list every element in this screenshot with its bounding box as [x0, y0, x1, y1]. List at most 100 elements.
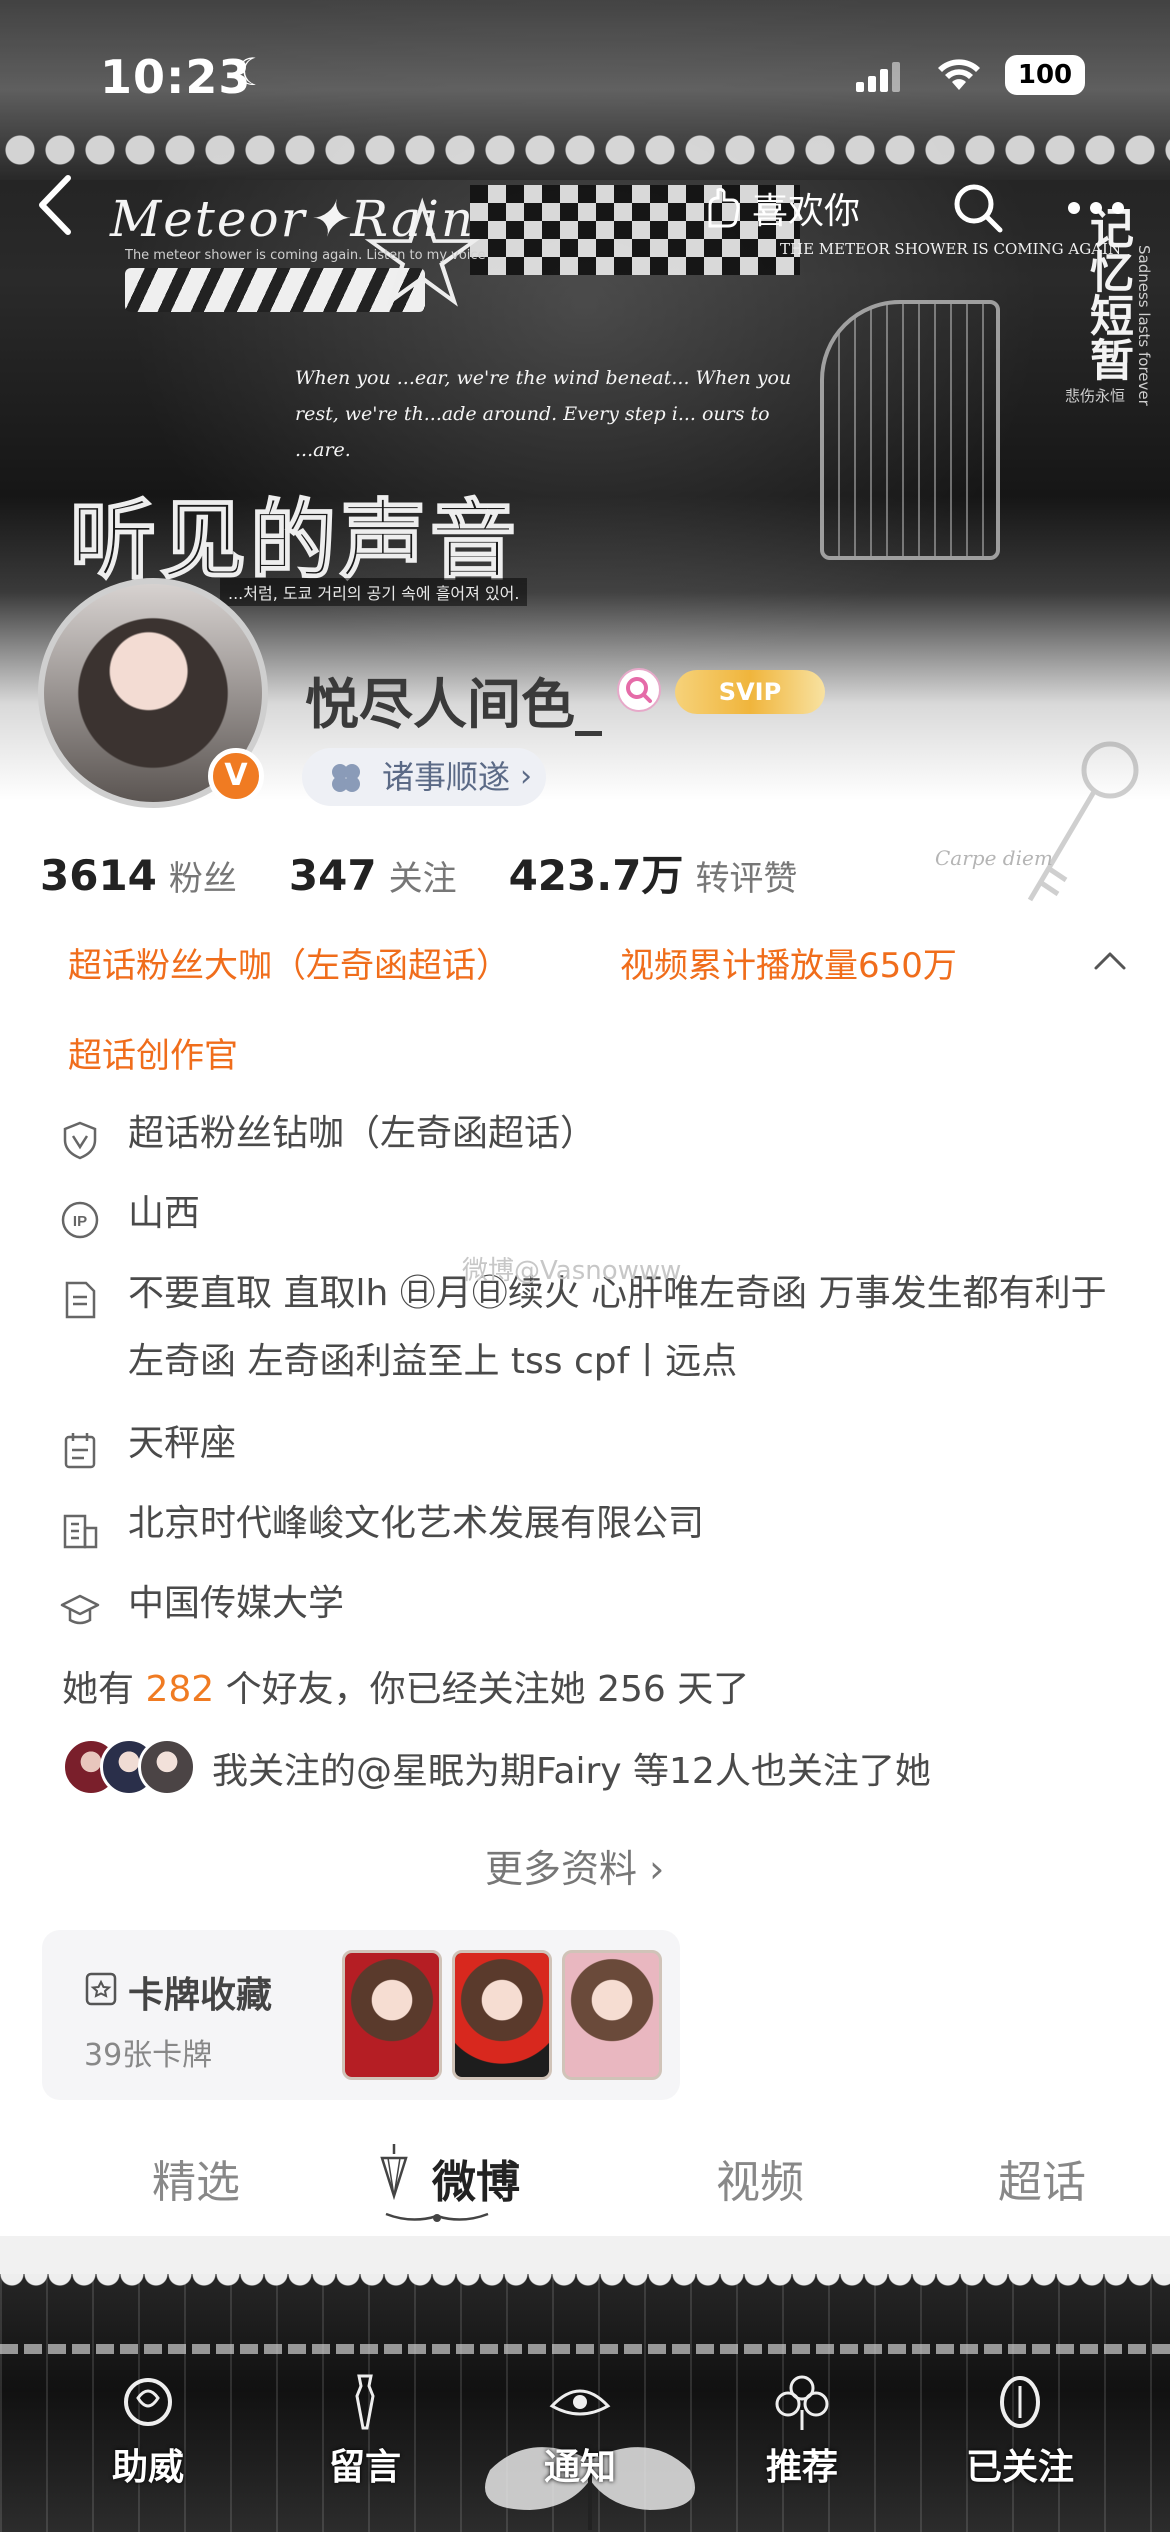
banner-script-title: Meteor✦Rain	[110, 190, 476, 248]
honor-video-views[interactable]: 视频累计播放量650万	[620, 938, 957, 987]
info-zodiac: 天秤座	[60, 1423, 236, 1478]
friends-suffix: 个好友，你已经关注她 256 天了	[225, 1669, 750, 1710]
reposts-label: 转评赞	[695, 859, 798, 899]
svip-badge[interactable]: SVIP	[675, 670, 825, 714]
following-label: 关注	[388, 859, 457, 899]
chain-underline-icon	[385, 2212, 489, 2222]
moon-icon: ☾	[235, 50, 270, 94]
info-company: 北京时代峰峻文化艺术发展有限公司	[60, 1503, 704, 1558]
name-search-icon[interactable]	[617, 668, 661, 712]
harp-decoration	[820, 300, 1000, 560]
cheer-icon	[124, 2378, 172, 2426]
info-bio: 不要直取 直取lh ㊐月㊐续火 心肝唯左奇函 万事发生都有利于左奇函 左奇函利益…	[60, 1273, 1138, 1396]
info-super-topic: 超话粉丝钻咖（左奇函超话）	[60, 1113, 596, 1168]
chevron-left-icon[interactable]	[30, 170, 80, 240]
tab-video[interactable]: 视频	[716, 2146, 804, 2210]
bell-icon	[549, 2389, 611, 2416]
ip-location-text: 山西	[128, 1193, 201, 1234]
ip-icon: IP	[61, 1201, 99, 1239]
message-button[interactable]: 留言	[285, 2370, 445, 2490]
card-star-icon	[85, 1972, 117, 2006]
mutual-followers[interactable]: 我关注的@星眠为期Fairy 等12人也关注了她	[62, 1738, 931, 1798]
tab-featured[interactable]: 精选	[152, 2146, 240, 2210]
info-ip: IP 山西	[60, 1193, 200, 1248]
fans-count: 3614	[40, 851, 157, 900]
tab-weibo[interactable]: 微博	[432, 2146, 520, 2210]
avatar	[138, 1738, 196, 1796]
mutual-avatars	[62, 1738, 202, 1798]
lace-decoration	[0, 2274, 1170, 2296]
reposts-stat[interactable]: 423.7万 转评赞	[509, 842, 798, 903]
banner-quote: When you ...ear, we're the wind beneat..…	[295, 367, 792, 461]
honor-creator[interactable]: 超话创作官	[68, 1028, 238, 1077]
svg-text:IP: IP	[73, 1213, 87, 1230]
company-text: 北京时代峰峻文化艺术发展有限公司	[128, 1503, 705, 1544]
fans-label: 粉丝	[168, 859, 237, 899]
chevron-right-icon: ›	[520, 759, 533, 794]
card-thumbnail[interactable]	[562, 1950, 662, 2080]
recommend-button[interactable]: 推荐	[722, 2370, 882, 2490]
status-time: 10:23	[100, 50, 252, 104]
school-text: 中国传媒大学	[128, 1583, 345, 1624]
notify-button[interactable]: 通知	[500, 2370, 660, 2490]
card-count: 39张卡牌	[84, 2038, 213, 2073]
calendar-icon	[64, 1433, 96, 1469]
wifi-icon	[938, 59, 980, 90]
shield-v-icon	[63, 1121, 97, 1160]
followed-icon	[1000, 2376, 1040, 2428]
notify-label: 通知	[543, 2447, 616, 2488]
honor-super-fan[interactable]: 超话粉丝大咖（左奇函超话）	[68, 938, 510, 987]
carpe-diem-text: Carpe diem	[935, 846, 1053, 870]
banner-vertical-english: Sadness lasts forever	[1135, 245, 1153, 406]
section-divider	[0, 2236, 1170, 2274]
card-thumbnail[interactable]	[452, 1950, 552, 2080]
mutual-text: 我关注的@星眠为期Fairy 等12人也关注了她	[212, 1751, 931, 1792]
recommend-label: 推荐	[765, 2447, 838, 2488]
zodiac-text: 天秤座	[128, 1423, 237, 1464]
hand-heart-icon	[708, 187, 740, 228]
search-icon[interactable]	[950, 180, 1006, 236]
super-topic-text: 超话粉丝钻咖（左奇函超话）	[128, 1113, 597, 1154]
blessing-tag[interactable]: 诸事顺遂 ›	[302, 748, 547, 806]
cheer-label: 助威	[111, 2447, 184, 2488]
signal-icon	[856, 62, 900, 92]
watermark: 微博@Vasnowww	[462, 1256, 682, 1286]
key-icon	[1027, 741, 1139, 902]
followed-button[interactable]: 已关注	[940, 2370, 1100, 2490]
clover-icon	[332, 764, 360, 792]
document-icon	[65, 1281, 96, 1319]
friends-count: 282	[145, 1669, 215, 1710]
following-stat[interactable]: 347 关注	[289, 851, 457, 900]
banner-right-chinese-small: 悲伤永恒	[1065, 387, 1126, 405]
friends-prefix: 她有	[62, 1669, 135, 1710]
graduation-cap-icon	[60, 1594, 100, 1625]
more-icon[interactable]	[1066, 196, 1126, 220]
more-info-link[interactable]: 更多资料 ›	[485, 1838, 664, 1893]
tab-super-topic[interactable]: 超话	[998, 2146, 1086, 2210]
followed-label: 已关注	[965, 2447, 1074, 2488]
banner-big-text: 听见的声音	[69, 490, 520, 592]
battery-level: 100	[1017, 60, 1073, 90]
chevron-up-icon[interactable]	[1090, 940, 1130, 980]
reposts-count: 423.7万	[508, 851, 684, 900]
card-thumbnail[interactable]	[342, 1950, 442, 2080]
diamond-pendant-icon	[380, 2144, 408, 2200]
fans-stat[interactable]: 3614 粉丝	[40, 851, 237, 900]
like-you-button[interactable]: 喜欢你	[700, 180, 860, 236]
building-icon	[63, 1514, 98, 1549]
message-label: 留言	[328, 2447, 401, 2488]
verified-badge-icon: V	[208, 748, 264, 804]
blessing-label: 诸事顺遂	[382, 758, 511, 796]
recommend-icon	[775, 2375, 829, 2430]
username: 悦尽人间色_	[305, 673, 602, 736]
info-school: 中国传媒大学	[60, 1583, 344, 1638]
chain-decoration	[0, 2344, 1170, 2354]
battery-icon: 100	[1005, 55, 1085, 95]
cheer-button[interactable]: 助威	[68, 2370, 228, 2490]
like-you-label: 喜欢你	[752, 191, 861, 232]
banner-right-chinese: 记忆短暂	[1082, 205, 1133, 381]
following-count: 347	[288, 851, 377, 900]
banner-korean-text: ...처럼, 도쿄 거리의 공기 속에 흘어져 있어.	[220, 578, 528, 606]
banner-right-english: THE METEOR SHOWER IS COMING AGAIN	[780, 240, 1122, 258]
friends-line[interactable]: 她有 282 个好友，你已经关注她 256 天了	[62, 1660, 749, 1712]
